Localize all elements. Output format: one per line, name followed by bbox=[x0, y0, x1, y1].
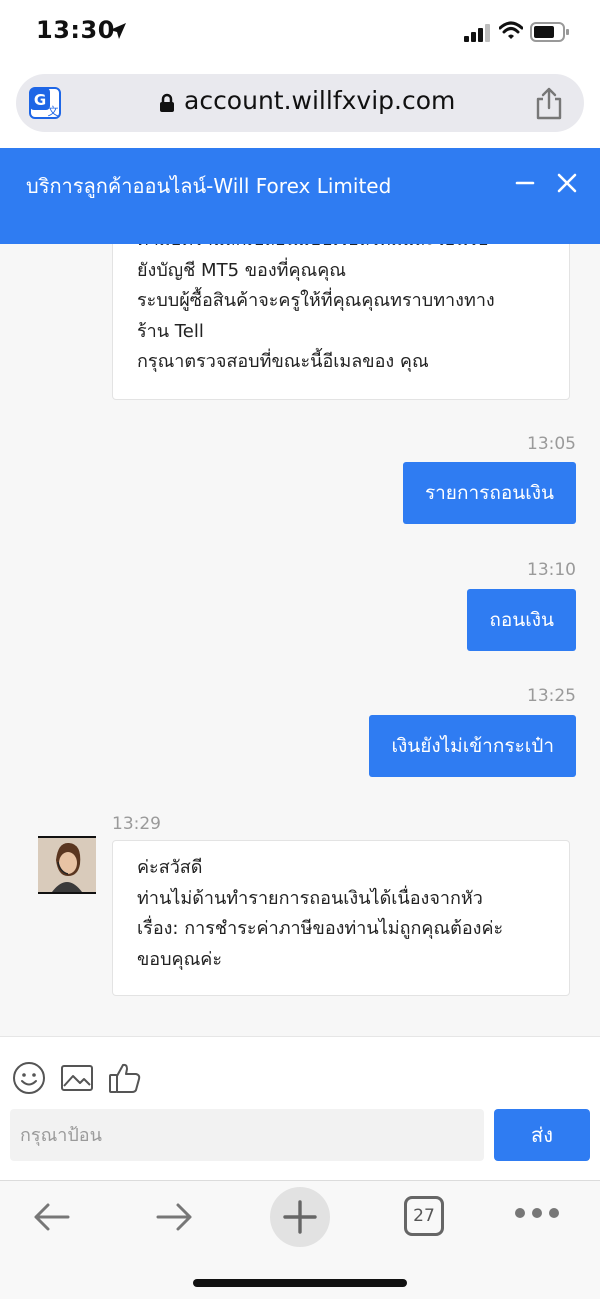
close-icon[interactable] bbox=[556, 172, 578, 194]
location-arrow-icon bbox=[110, 23, 126, 39]
message-line: ท่านไม่ด้านทำรายการถอนเงินได้เนื่องจากหั… bbox=[137, 887, 483, 909]
message-line: ตามอัตราแลกเปลี่ยนแบบเรียลไทม์และโอนไป bbox=[137, 244, 545, 256]
status-bar: 13:30 bbox=[0, 0, 600, 66]
plus-icon bbox=[283, 1200, 317, 1234]
back-icon[interactable] bbox=[30, 1195, 74, 1239]
address-bar[interactable]: G 文 account.willfxvip.com bbox=[16, 74, 584, 132]
tabs-button[interactable]: 27 bbox=[404, 1196, 444, 1236]
message-input[interactable] bbox=[10, 1109, 484, 1161]
user-message: เงินยังไม่เข้ากระเป๋า bbox=[369, 715, 576, 777]
agent-message: ตามอัตราแลกเปลี่ยนแบบเรียลไทม์และโอนไป ย… bbox=[112, 244, 570, 400]
message-line: ยังบัญชี MT5 ของที่คุณคุณ bbox=[137, 259, 346, 281]
tab-count: 27 bbox=[413, 1206, 435, 1226]
agent-photo bbox=[38, 838, 96, 892]
url-text[interactable]: account.willfxvip.com bbox=[184, 86, 455, 115]
battery-icon bbox=[530, 22, 569, 42]
forward-icon[interactable] bbox=[152, 1195, 196, 1239]
minimize-icon[interactable] bbox=[514, 172, 536, 194]
message-time: 13:25 bbox=[527, 686, 576, 706]
image-icon[interactable] bbox=[60, 1061, 94, 1095]
agent-avatar bbox=[38, 836, 96, 894]
message-line: ค่ะสวัสดี bbox=[137, 857, 203, 878]
message-time: 13:05 bbox=[527, 434, 576, 454]
status-time: 13:30 bbox=[36, 16, 115, 44]
smiley-icon[interactable] bbox=[12, 1061, 46, 1095]
agent-message: ค่ะสวัสดี ท่านไม่ด้านทำรายการถอนเงินได้เ… bbox=[112, 840, 570, 996]
home-indicator bbox=[193, 1279, 407, 1287]
composer: ส่ง bbox=[0, 1036, 600, 1180]
message-line: ร้าน Tell bbox=[137, 320, 204, 342]
chat-header: บริการลูกค้าออนไลน์-Will Forex Limited bbox=[0, 148, 600, 244]
message-time: 13:10 bbox=[527, 560, 576, 580]
new-tab-button[interactable] bbox=[270, 1187, 330, 1247]
browser-toolbar: 27 bbox=[0, 1180, 600, 1299]
user-message: ถอนเงิน bbox=[467, 589, 576, 651]
wifi-icon bbox=[499, 21, 523, 39]
translate-icon[interactable]: G 文 bbox=[28, 86, 62, 120]
send-button[interactable]: ส่ง bbox=[494, 1109, 590, 1161]
message-line: ระบบผู้ซื้อสินค้าจะครูให้ที่คุณคุณทราบทา… bbox=[137, 290, 495, 311]
svg-text:G: G bbox=[34, 91, 46, 109]
more-icon[interactable] bbox=[514, 1207, 560, 1219]
signal-icon bbox=[464, 24, 490, 42]
lock-icon bbox=[160, 93, 174, 112]
message-time: 13:29 bbox=[112, 814, 161, 834]
svg-text:文: 文 bbox=[48, 104, 59, 118]
message-line: กรุณาตรวจสอบที่ขณะนี้อีเมลของ คุณ bbox=[137, 351, 429, 372]
message-line: ขอบคุณค่ะ bbox=[137, 948, 222, 970]
message-line: เรื่อง: การชำระค่าภาษีของท่านไม่ถูกคุณต้… bbox=[137, 918, 504, 939]
chat-title: บริการลูกค้าออนไลน์-Will Forex Limited bbox=[26, 174, 392, 198]
chat-messages[interactable]: ตามอัตราแลกเปลี่ยนแบบเรียลไทม์และโอนไป ย… bbox=[0, 244, 600, 1036]
like-icon[interactable] bbox=[108, 1061, 142, 1095]
share-icon[interactable] bbox=[534, 86, 564, 120]
user-message: รายการถอนเงิน bbox=[402, 462, 576, 524]
